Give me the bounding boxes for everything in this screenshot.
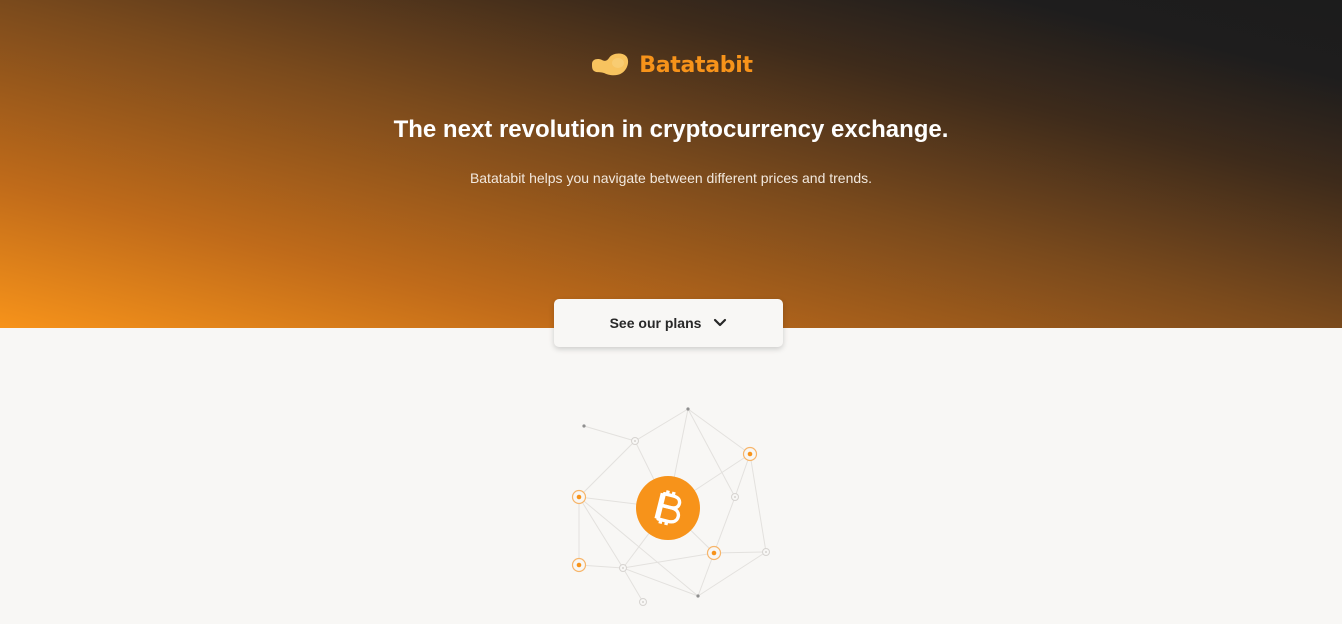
bitcoin-network-illustration <box>571 407 770 606</box>
see-plans-label: See our plans <box>609 315 702 331</box>
bitcoin-icon <box>636 476 700 540</box>
brand-name: Batatabit <box>639 52 753 78</box>
hero-subheadline: Batatabit helps you navigate between dif… <box>469 170 873 186</box>
chevron-down-icon <box>714 318 727 327</box>
see-plans-button[interactable]: See our plans <box>554 299 783 347</box>
potato-logo-icon <box>592 53 629 76</box>
brand-logo[interactable]: Batatabit <box>0 52 1342 78</box>
hero-section: Batatabit The next revolution in cryptoc… <box>0 0 1342 328</box>
hero-headline: The next revolution in cryptocurrency ex… <box>393 116 949 143</box>
